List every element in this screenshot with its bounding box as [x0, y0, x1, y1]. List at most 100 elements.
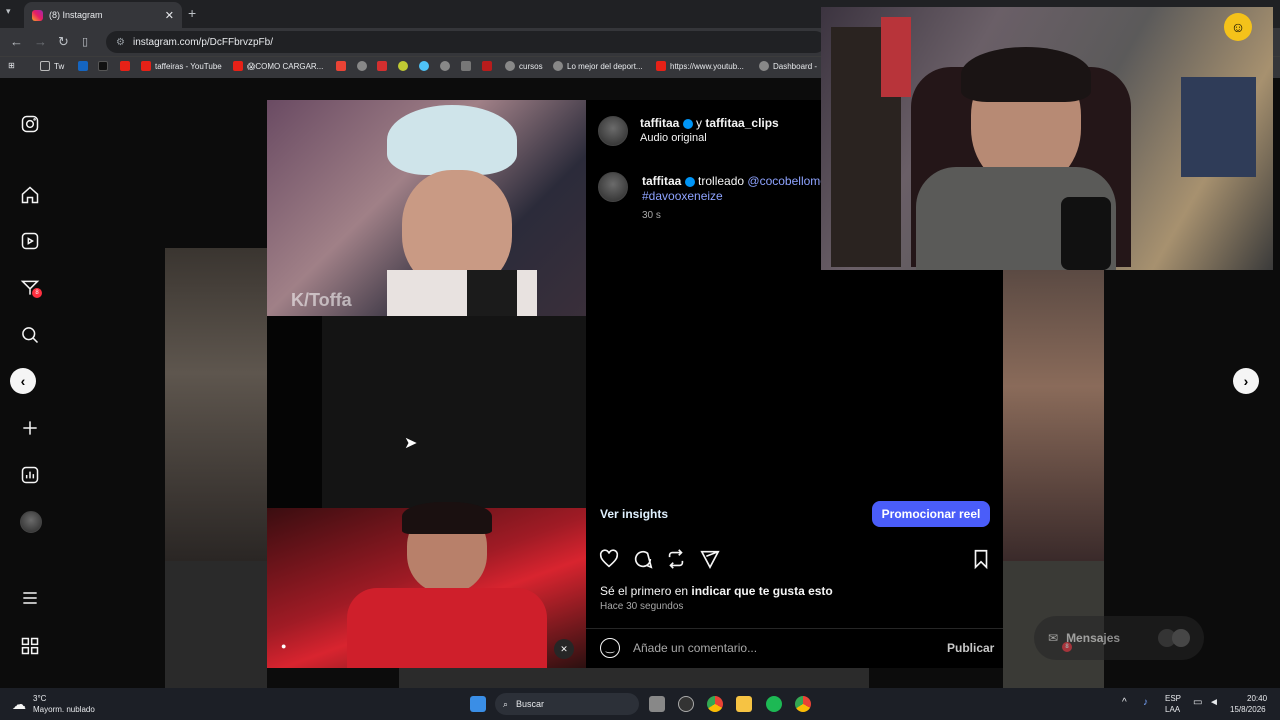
publish-button[interactable]: Publicar	[947, 641, 994, 655]
direct-icon: ✉	[1048, 631, 1059, 645]
tray-chevron-icon[interactable]: ^	[1122, 697, 1127, 708]
bookmark-como-cargar[interactable]: 😱COMO CARGAR...	[233, 61, 323, 71]
chrome-profile-icon[interactable]	[795, 696, 811, 712]
search-icon[interactable]	[20, 325, 40, 345]
caption-username[interactable]: taffitaa	[642, 174, 681, 188]
share-icon[interactable]	[699, 548, 721, 575]
jersey-shape	[1181, 77, 1256, 177]
more-menu-icon[interactable]	[20, 588, 40, 608]
apps-icon[interactable]: ⊞	[8, 61, 15, 70]
grid-thumbnail[interactable]	[165, 248, 267, 561]
instagram-logo-icon[interactable]	[20, 114, 40, 134]
author-avatar[interactable]	[598, 116, 628, 146]
view-insights-link[interactable]: Ver insights	[600, 507, 668, 521]
bookmark-tw[interactable]: Tw	[40, 61, 64, 71]
notification-badge: 8	[32, 288, 42, 298]
site-info-icon[interactable]: ⚙	[116, 37, 125, 48]
previous-post-button[interactable]: ‹	[10, 368, 36, 394]
mic-tray-icon[interactable]: ♪	[1143, 697, 1148, 708]
direct-icon[interactable]: 8	[20, 278, 42, 298]
clock-date[interactable]: 15/8/2026	[1230, 705, 1266, 714]
reels-icon[interactable]	[20, 231, 40, 251]
bookmark-gmail[interactable]	[336, 61, 350, 71]
audio-label[interactable]: Audio original	[640, 132, 707, 144]
comment-icon[interactable]	[632, 548, 654, 575]
bookmark-deportes[interactable]: Lo mejor del deport...	[553, 61, 643, 71]
globe-icon	[505, 61, 515, 71]
promote-reel-button[interactable]: Promocionar reel	[872, 501, 990, 527]
obs-icon[interactable]	[678, 696, 694, 712]
language-bottom[interactable]: LAA	[1165, 705, 1180, 714]
webcam-overlay: ☺	[821, 7, 1273, 270]
video-frame-middle	[322, 316, 586, 508]
network-icon[interactable]: ▭	[1193, 697, 1202, 708]
weather-icon[interactable]: ☁	[12, 696, 26, 713]
verified-icon	[684, 176, 695, 187]
bookmark-shield[interactable]	[482, 61, 496, 71]
chevron-left-icon: ‹	[20, 373, 26, 389]
close-tab-icon[interactable]: ✕	[165, 9, 174, 22]
grid-thumbnail[interactable]	[1003, 270, 1104, 561]
insights-icon[interactable]	[20, 465, 40, 485]
grid-thumbnail-strip[interactable]	[399, 668, 869, 688]
profile-avatar[interactable]	[20, 511, 42, 533]
save-icon[interactable]	[970, 548, 992, 575]
messages-button[interactable]: ✉ Mensajes 8	[1034, 616, 1204, 660]
clock-time[interactable]: 20:40	[1247, 694, 1267, 703]
weather-temp[interactable]: 3°C	[33, 694, 46, 703]
file-explorer-icon[interactable]	[736, 696, 752, 712]
caption-hashtag[interactable]: #davooxeneize	[642, 189, 723, 203]
bookmark-tiktok[interactable]	[98, 61, 112, 71]
mute-icon[interactable]: ✕	[554, 639, 574, 659]
forward-icon[interactable]: →	[34, 34, 47, 49]
language-top[interactable]: ESP	[1165, 694, 1181, 703]
new-tab-icon[interactable]: +	[188, 5, 196, 21]
bookmark-icon-1[interactable]	[78, 61, 92, 71]
collab-username[interactable]: taffitaa_clips	[705, 116, 778, 130]
emoji-icon[interactable]: ‿	[600, 638, 620, 658]
bookmark-taffeiras[interactable]: taffeiras - YouTube	[141, 61, 222, 71]
tab-search-icon[interactable]: ▾	[6, 6, 11, 17]
bookmark-red-1[interactable]	[377, 61, 391, 71]
weather-desc[interactable]: Mayorm. nublado	[33, 705, 95, 714]
also-from-meta-icon[interactable]	[20, 636, 40, 656]
author-username[interactable]: taffitaa	[640, 116, 679, 130]
windows-start-icon[interactable]	[470, 696, 486, 712]
spotify-icon[interactable]	[766, 696, 782, 712]
repost-icon[interactable]	[665, 548, 687, 575]
caption-mention[interactable]: @cocobellomo	[747, 174, 827, 188]
video-frame-top: K/Toffa	[267, 100, 586, 316]
browser-tab[interactable]: (8) Instagram ✕	[24, 2, 182, 28]
url-bar[interactable]: ⚙ instagram.com/p/DcFFbrvzpFb/	[106, 31, 826, 53]
bookmark-grey[interactable]	[461, 61, 475, 71]
create-icon[interactable]	[20, 418, 40, 438]
bookmark-cursos[interactable]: cursos	[505, 61, 543, 71]
caption-avatar[interactable]	[598, 172, 628, 202]
next-post-button[interactable]: ›	[1233, 368, 1259, 394]
reel-video[interactable]: K/Toffa ● ✕ ➤	[267, 100, 586, 668]
task-view-icon[interactable]	[649, 696, 665, 712]
bookmark-cloud[interactable]	[419, 61, 433, 71]
user-tag-icon[interactable]: ●	[281, 641, 297, 657]
bookmark-youtube-link[interactable]: https://www.youtub...	[656, 61, 744, 71]
home-icon[interactable]	[20, 185, 40, 205]
reload-icon[interactable]: ↻	[58, 34, 69, 50]
bookmark-globe-2[interactable]	[440, 61, 454, 71]
bookmark-dashboard[interactable]: Dashboard -	[759, 61, 817, 71]
bookmark-globe-1[interactable]	[357, 61, 371, 71]
bookmark-youtube[interactable]	[120, 61, 134, 71]
like-this-link[interactable]: indicar que te gusta esto	[691, 584, 832, 598]
chrome-icon[interactable]	[707, 696, 723, 712]
like-icon[interactable]	[598, 548, 620, 575]
sidepanel-icon[interactable]: ▯	[82, 35, 88, 48]
grid-thumbnail[interactable]	[165, 561, 267, 688]
youtube-icon	[120, 61, 130, 71]
back-icon[interactable]: ←	[10, 34, 23, 49]
taskbar-search[interactable]: ⌕ Buscar	[495, 693, 639, 715]
gmail-icon	[336, 61, 346, 71]
mic-shape	[467, 270, 517, 316]
volume-icon[interactable]: ◄	[1209, 697, 1219, 708]
comment-input[interactable]: Añade un comentario...	[633, 641, 757, 655]
post-time: Hace 30 segundos	[600, 601, 684, 612]
bookmark-yellow[interactable]	[398, 61, 412, 71]
